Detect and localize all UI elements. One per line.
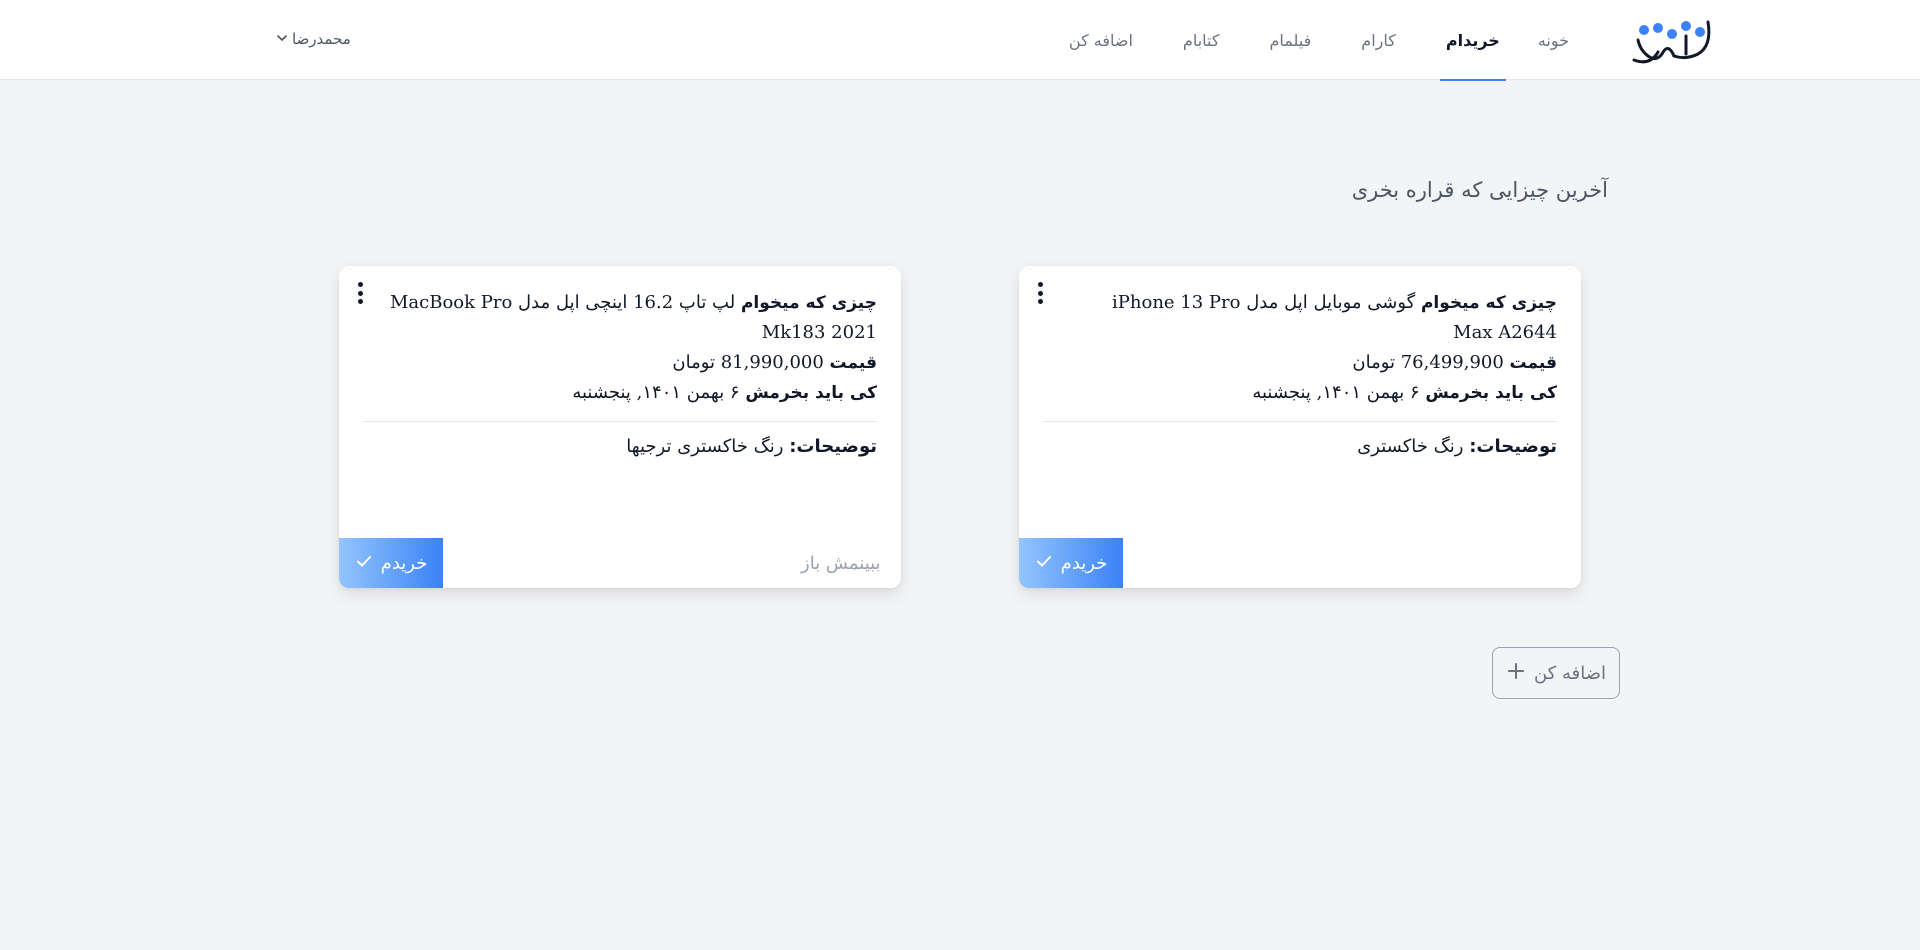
bought-button[interactable]: خریدم <box>1019 538 1123 588</box>
price-line: قیمت 81,990,000 تومان <box>389 348 877 378</box>
bought-label: خریدم <box>380 552 428 574</box>
check-icon <box>1035 552 1053 575</box>
date-line: کی باید بخرمش ۶ بهمن ۱۴۰۱, پنجشنبه <box>1069 378 1557 408</box>
desc-value: رنگ خاکستری <box>1357 436 1464 457</box>
check-icon <box>355 552 373 575</box>
card-description: توضیحات: رنگ خاکستری ترجیها <box>363 432 877 462</box>
item-line: چیزی که میخوام لپ تاپ 16.2 اینچی اپل مدل… <box>389 288 877 348</box>
add-item-button[interactable]: اضافه کن <box>1492 647 1620 699</box>
logo-icon[interactable] <box>1628 12 1716 66</box>
nav-tasks[interactable]: کارام <box>1355 0 1402 80</box>
add-label: اضافه کن <box>1533 662 1607 684</box>
user-name: محمدرضا <box>292 30 351 48</box>
nav-movies[interactable]: فیلمام <box>1263 0 1317 80</box>
main-nav: خونه خریدام کارام فیلمام کتابام اضافه کن <box>1025 0 1575 81</box>
price-line: قیمت 76,499,900 تومان <box>1069 348 1557 378</box>
nav-add[interactable]: اضافه کن <box>1063 0 1139 80</box>
bought-label: خریدم <box>1060 552 1108 574</box>
item-label: چیزی که میخوام <box>740 293 877 313</box>
card-divider <box>1043 421 1557 422</box>
view-again-link[interactable]: ببینمش باز <box>801 553 881 574</box>
desc-label: توضیحات: <box>1469 436 1557 457</box>
kebab-menu-icon[interactable] <box>353 280 367 306</box>
bought-button[interactable]: خریدم <box>339 538 443 588</box>
user-menu[interactable]: محمدرضا <box>276 28 351 50</box>
nav-books[interactable]: کتابام <box>1177 0 1226 80</box>
date-value: ۶ بهمن ۱۴۰۱, پنجشنبه <box>572 382 740 403</box>
desc-value: رنگ خاکستری ترجیها <box>626 436 784 457</box>
date-value: ۶ بهمن ۱۴۰۱, پنجشنبه <box>1252 382 1420 403</box>
date-label: کی باید بخرمش <box>745 383 877 403</box>
kebab-menu-icon[interactable] <box>1033 280 1047 306</box>
nav-home[interactable]: خونه <box>1532 0 1575 80</box>
price-value: 81,990,000 تومان <box>672 352 824 373</box>
desc-label: توضیحات: <box>789 436 877 457</box>
card-description: توضیحات: رنگ خاکستری <box>1043 432 1557 462</box>
item-line: چیزی که میخوام گوشی موبایل اپل مدل iPhon… <box>1069 288 1557 348</box>
plus-icon <box>1506 661 1526 686</box>
price-label: قیمت <box>1509 353 1557 373</box>
date-label: کی باید بخرمش <box>1425 383 1557 403</box>
price-label: قیمت <box>829 353 877 373</box>
price-value: 76,499,900 تومان <box>1352 352 1504 373</box>
top-navbar: خونه خریدام کارام فیلمام کتابام اضافه کن… <box>0 0 1920 81</box>
card-details: چیزی که میخوام لپ تاپ 16.2 اینچی اپل مدل… <box>389 288 877 408</box>
section-title: آخرین چیزایی که قراره بخری <box>1351 178 1608 202</box>
nav-purchases[interactable]: خریدام <box>1439 0 1506 81</box>
card-details: چیزی که میخوام گوشی موبایل اپل مدل iPhon… <box>1069 288 1557 408</box>
card-divider <box>363 421 877 422</box>
item-label: چیزی که میخوام <box>1420 293 1557 313</box>
wish-card: چیزی که میخوام گوشی موبایل اپل مدل iPhon… <box>1019 266 1581 588</box>
chevron-down-icon <box>276 30 288 48</box>
wish-card: چیزی که میخوام لپ تاپ 16.2 اینچی اپل مدل… <box>339 266 901 588</box>
date-line: کی باید بخرمش ۶ بهمن ۱۴۰۱, پنجشنبه <box>389 378 877 408</box>
